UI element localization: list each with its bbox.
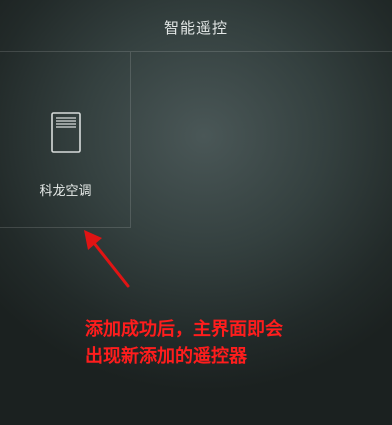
remote-tile-label: 科龙空调 (39, 184, 92, 199)
annotation-line-1: 添加成功后，主界面即会 (85, 319, 283, 340)
title-bar: 智能遥控 (0, 0, 392, 52)
annotation-line-2: 出现新添加的遥控器 (85, 346, 247, 367)
air-conditioner-icon (51, 112, 81, 153)
remote-tile-kelon-ac[interactable]: 科龙空调 (0, 52, 131, 228)
annotation-text: 添加成功后，主界面即会 出现新添加的遥控器 (85, 316, 283, 370)
page-title: 智能遥控 (163, 19, 228, 37)
annotation-arrow-icon (84, 230, 130, 288)
